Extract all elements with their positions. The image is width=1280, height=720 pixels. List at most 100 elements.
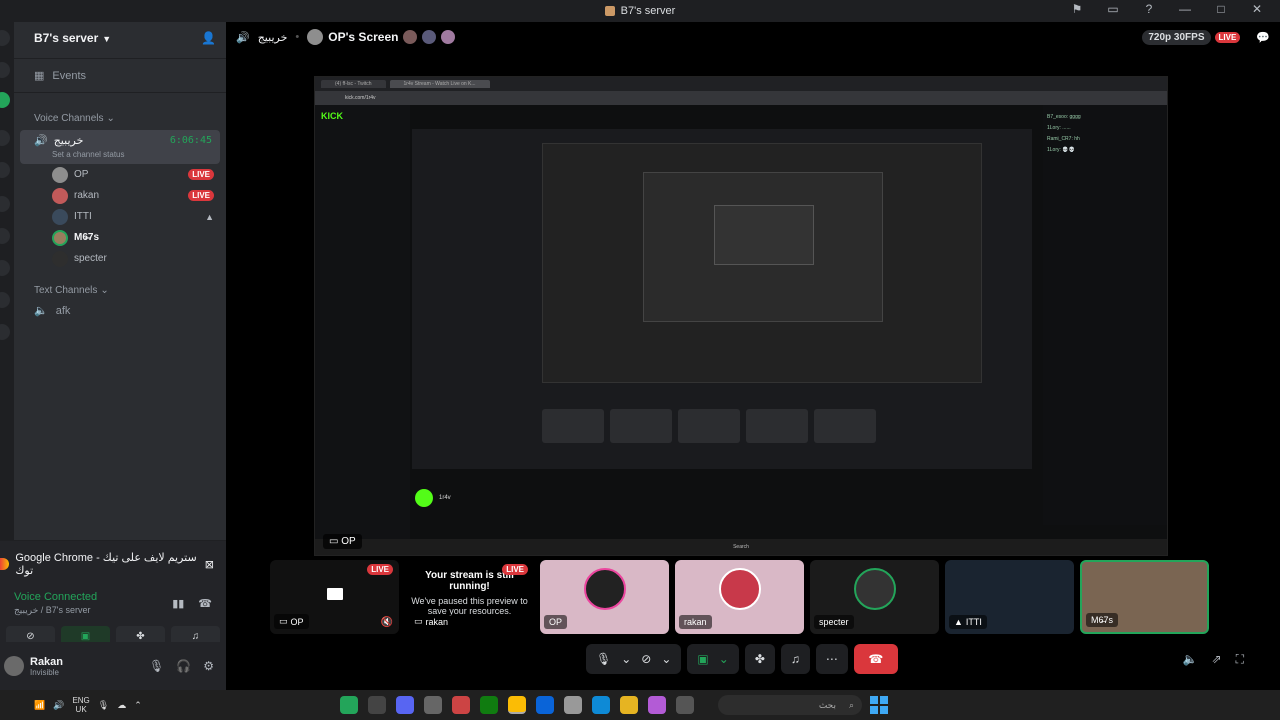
server-icon[interactable] — [0, 324, 10, 340]
activities-button[interactable]: ✤ — [744, 644, 775, 674]
more-button[interactable]: ⋯ — [815, 644, 848, 674]
start-button[interactable] — [870, 696, 888, 714]
text-channel-name: afk — [55, 304, 71, 317]
participant-name: ITTI — [965, 617, 982, 627]
participant-tile[interactable]: specter — [810, 560, 939, 634]
soundboard-button[interactable]: ♫ — [780, 644, 810, 674]
language-indicator[interactable]: ENG UK — [72, 696, 89, 714]
file-explorer-icon[interactable] — [620, 696, 638, 714]
disconnect-icon[interactable]: ☎ — [198, 597, 212, 610]
participant-tile[interactable]: OP — [540, 560, 669, 634]
server-icon[interactable] — [0, 196, 10, 212]
server-icon[interactable] — [0, 162, 10, 178]
edge-icon[interactable] — [592, 696, 610, 714]
chat-icon[interactable]: 💬 — [1256, 31, 1270, 44]
server-icon[interactable] — [0, 92, 10, 108]
streamer-name: 1r4v — [439, 495, 451, 501]
server-icon[interactable] — [0, 228, 10, 244]
participant-name: rakan — [425, 616, 449, 627]
participant-tile[interactable]: M6̶7s — [1080, 560, 1209, 634]
media-player-icon[interactable] — [368, 696, 386, 714]
screen-share-button[interactable]: ▣ ⌄ — [687, 644, 739, 674]
voice-member[interactable]: specter — [14, 248, 226, 269]
copilot-icon[interactable] — [648, 696, 666, 714]
live-badge: LIVE — [188, 169, 214, 180]
chevron-up-icon[interactable]: ⌃ — [134, 700, 142, 711]
events-item[interactable]: ▦ Events — [14, 63, 226, 88]
screen-share-video[interactable]: (4) ff-lsc - Twitch 1r4v Stream - Watch … — [314, 76, 1168, 556]
text-category[interactable]: Text Channels ⌄ — [14, 269, 226, 300]
server-icon[interactable] — [0, 30, 10, 46]
voice-member[interactable]: rakan LIVE — [14, 185, 226, 206]
voice-member[interactable]: ITTI ▲ — [14, 206, 226, 227]
add-member-icon[interactable]: 👤 — [201, 31, 216, 45]
app-icon[interactable] — [452, 696, 470, 714]
help-icon[interactable]: ? — [1140, 2, 1158, 16]
participant-tile[interactable]: ▲ ITTI — [945, 560, 1074, 634]
mic-tray-icon[interactable]: 🎙 — [98, 700, 109, 711]
volume-mute-icon[interactable]: 🔈 — [1183, 652, 1198, 667]
server-icon[interactable] — [0, 292, 10, 308]
channel-status[interactable]: Set a channel status — [34, 150, 212, 159]
microphone-icon[interactable]: 🎙 — [149, 659, 164, 673]
voice-member[interactable]: M6̶7s — [14, 227, 226, 248]
maximize-button[interactable]: □ — [1212, 2, 1230, 16]
text-category-label: Text Channels — [34, 285, 98, 296]
settings-icon[interactable] — [424, 696, 442, 714]
voice-connected-label[interactable]: Voice Connected — [14, 591, 97, 603]
avatar — [854, 568, 896, 610]
participant-tile[interactable]: LIVE Your stream is still running! We've… — [405, 560, 534, 634]
chevron-down-icon: ⌄ — [106, 113, 115, 124]
minimize-button[interactable]: — — [1176, 2, 1194, 16]
voice-channel[interactable]: 🔊 خريبيج 6:06:45 Set a channel status — [20, 130, 220, 164]
onedrive-icon[interactable]: ☁ — [117, 700, 126, 711]
server-icon[interactable] — [0, 62, 10, 78]
wifi-icon[interactable]: 📶 — [34, 700, 45, 711]
task-view-icon[interactable] — [676, 696, 694, 714]
os-taskbar: 📶 🔊 ENG UK 🎙 ☁ ⌃ بحث ⌕ — [0, 690, 1280, 720]
streamer-info: 1r4v — [415, 489, 451, 507]
server-icon[interactable] — [0, 260, 10, 276]
disconnect-button[interactable]: ☎ — [853, 644, 898, 674]
quality-badge: 720p 30FPS — [1142, 29, 1211, 45]
discord-icon[interactable] — [396, 696, 414, 714]
xbox-app-icon[interactable] — [480, 696, 498, 714]
store-icon[interactable] — [564, 696, 582, 714]
volume-icon[interactable]: 🔊 — [53, 700, 64, 711]
outlook-icon[interactable] — [536, 696, 554, 714]
chat-message: 1Lory: ...... — [1047, 125, 1071, 131]
popout-icon[interactable]: ⇗ — [1212, 652, 1222, 667]
participant-name: OP — [549, 617, 563, 627]
headphones-icon[interactable]: 🎧 — [176, 659, 191, 673]
nested-stream — [542, 143, 982, 383]
avatar[interactable] — [4, 656, 24, 676]
participant-tile[interactable]: LIVE ▭ OP 🔇 — [270, 560, 399, 634]
voice-member[interactable]: OP LIVE — [14, 164, 226, 185]
screen-icon[interactable]: ▭ — [1104, 2, 1122, 16]
server-icon[interactable] — [0, 130, 10, 146]
taskbar-search[interactable]: بحث ⌕ — [718, 695, 862, 715]
speaker-icon: 🔊 — [34, 135, 48, 147]
chevron-down-icon: ▼ — [102, 34, 112, 44]
xbox-icon[interactable] — [340, 696, 358, 714]
voice-category[interactable]: Voice Channels ⌄ — [14, 97, 226, 128]
kick-chat: B7_esoo: gggg 1Lory: ...... Rami_CR7: hh… — [1043, 105, 1167, 525]
stop-stream-icon[interactable]: ⊠ — [205, 558, 214, 571]
soundboard-icon: ♫ — [790, 652, 800, 666]
voice-channel-name: خريبيج — [53, 135, 84, 147]
avatar — [52, 229, 68, 246]
fullscreen-icon[interactable]: ⛶ — [1236, 652, 1244, 667]
chrome-icon[interactable] — [508, 696, 526, 714]
inbox-icon[interactable]: ⚑ — [1068, 2, 1086, 16]
text-channel-afk[interactable]: 🔈 afk — [14, 300, 226, 321]
mic-button[interactable]: 🎙 ⌄ ⊘ ⌄ — [586, 644, 682, 674]
server-header[interactable]: B7's server ▼ 👤 — [14, 22, 226, 54]
participant-tile[interactable]: rakan — [675, 560, 804, 634]
close-button[interactable]: ✕ — [1248, 2, 1266, 16]
gear-icon[interactable]: ⚙ — [203, 659, 214, 673]
mute-icon[interactable]: 🔇 — [381, 617, 393, 628]
avatar — [584, 568, 626, 610]
signal-icon[interactable]: ▮▮ — [172, 597, 184, 610]
kick-player — [412, 129, 1032, 469]
user-name: Rakan — [30, 655, 64, 668]
